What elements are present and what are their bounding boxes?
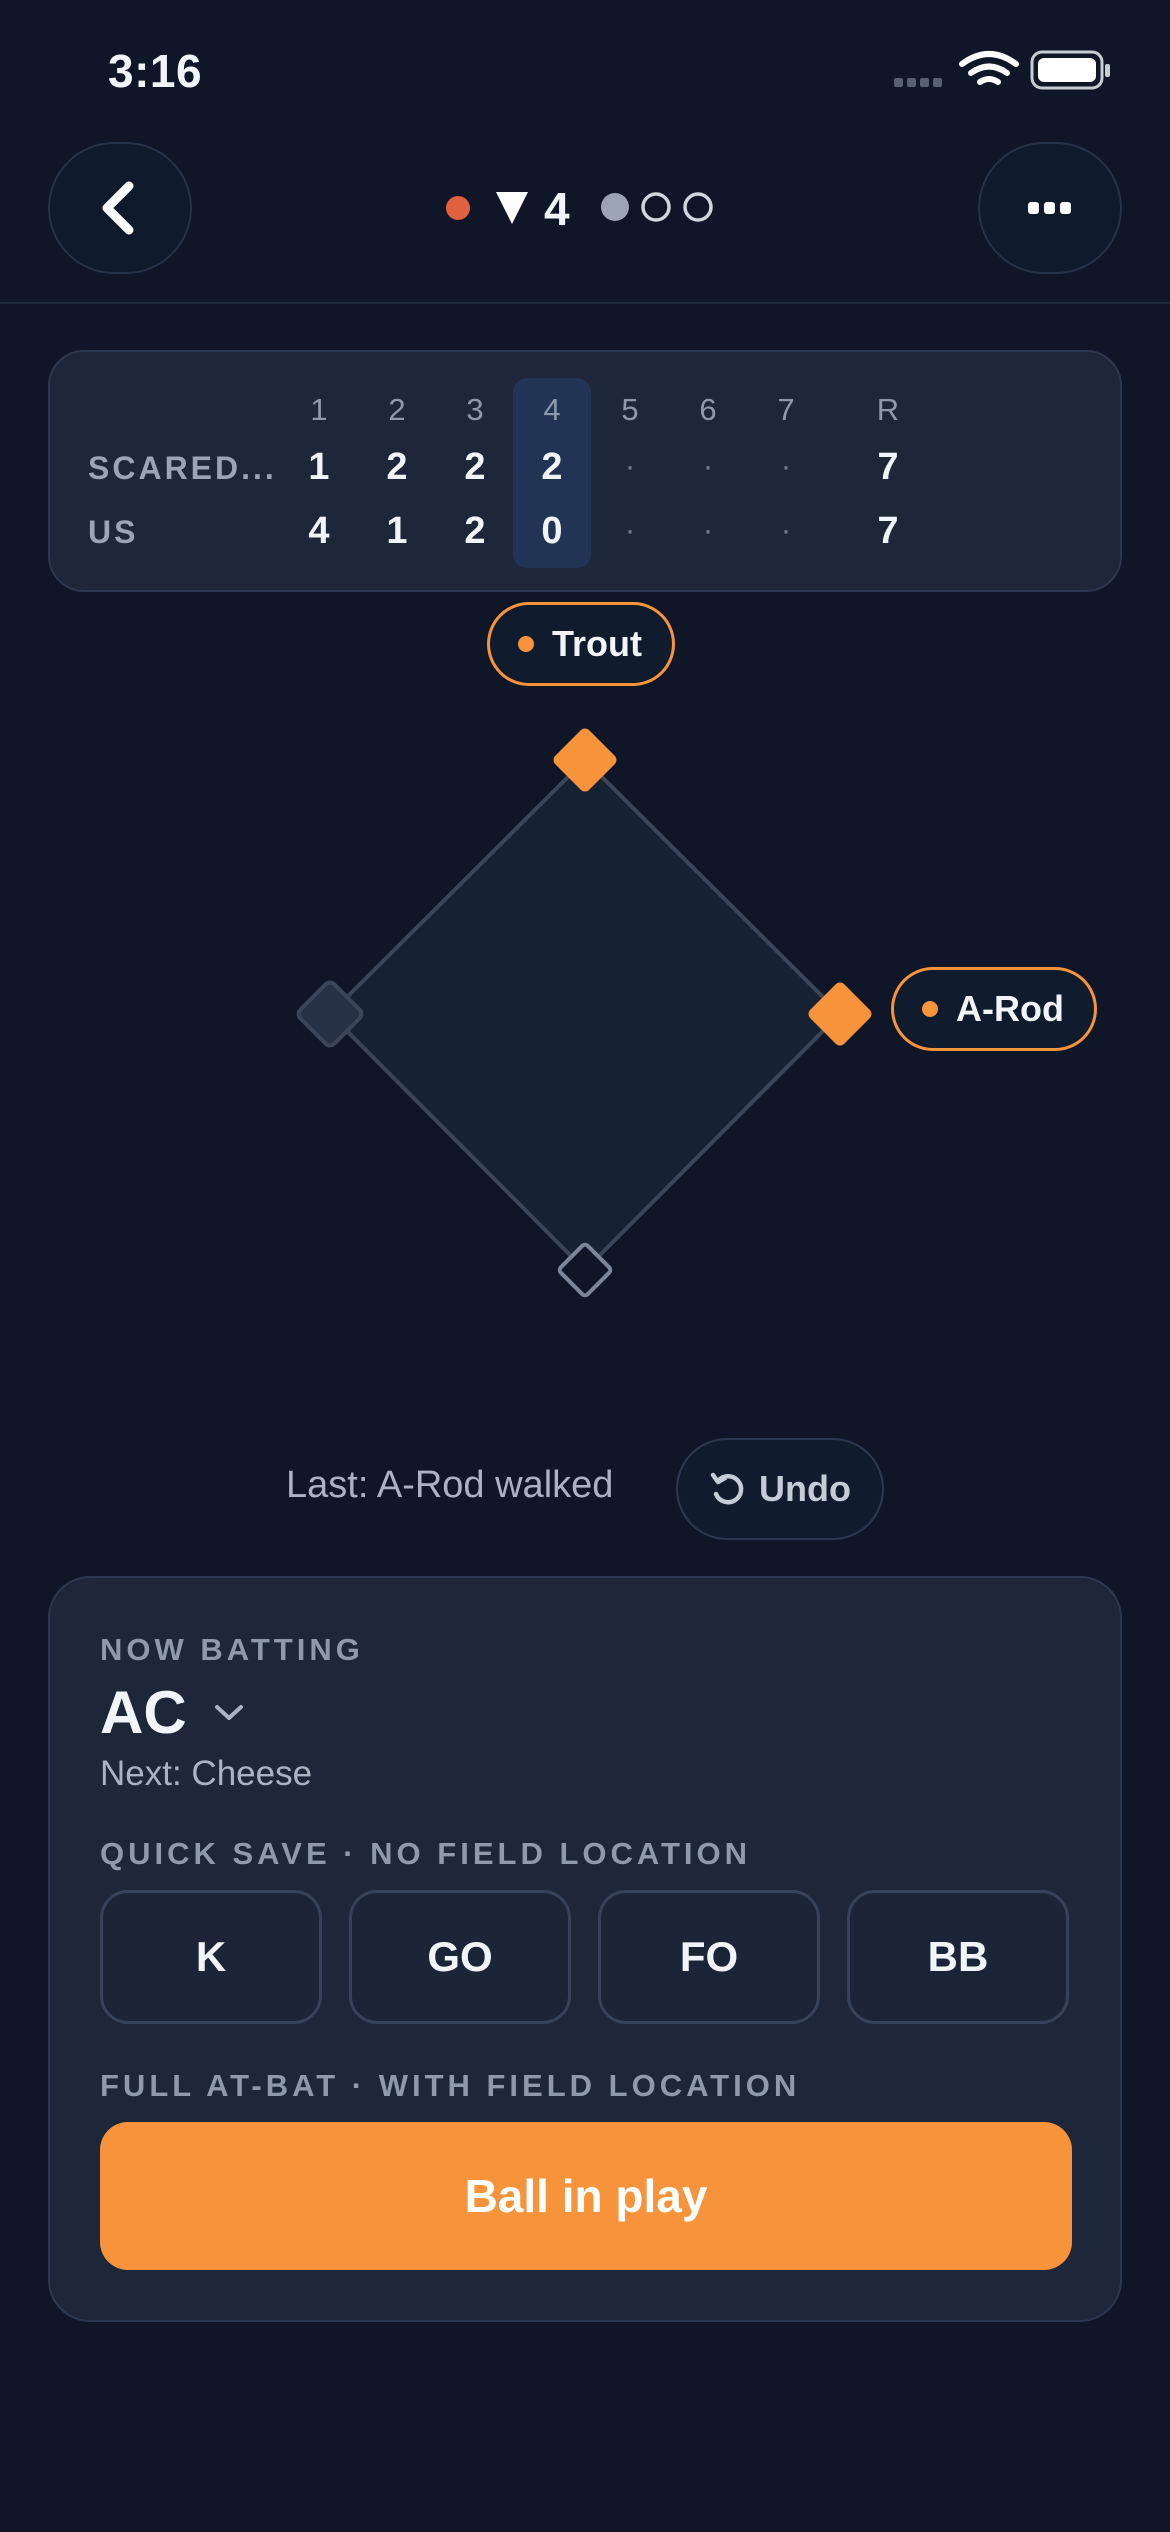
out-indicator-empty <box>683 192 713 222</box>
chevron-down-icon <box>214 1704 243 1720</box>
runner-tag-first[interactable]: A-Rod <box>891 967 1097 1051</box>
runs-total-home: 7 <box>877 510 899 552</box>
inning-header: 2 <box>388 392 406 427</box>
header-divider <box>0 302 1170 304</box>
cellular-signal-icon <box>894 78 942 87</box>
batter-selector[interactable]: AC <box>100 1678 245 1747</box>
undo-icon <box>710 1472 744 1505</box>
score-cell: 1 <box>386 510 408 552</box>
out-indicator-empty <box>641 192 671 222</box>
score-cell: 2 <box>386 446 408 488</box>
ball-in-play-button[interactable]: Ball in play <box>100 2122 1072 2270</box>
inning-header: 5 <box>621 392 639 427</box>
score-cell-current: 0 <box>541 510 563 552</box>
score-cell-empty: · <box>625 450 635 483</box>
batter-name: AC <box>100 1679 187 1746</box>
score-cell-current: 2 <box>541 446 563 488</box>
status-icons <box>894 50 1110 90</box>
last-play-text: Last: A-Rod walked <box>286 1464 614 1506</box>
wifi-icon <box>959 51 1019 85</box>
ellipsis-icon <box>1028 202 1071 214</box>
score-cell-empty: · <box>703 514 713 547</box>
runner-dot-icon <box>922 1001 938 1017</box>
infield <box>327 757 843 1273</box>
inning-header: 4 <box>543 392 561 427</box>
chevron-left-icon <box>102 181 134 235</box>
runner-dot-icon <box>518 636 534 652</box>
team-name-home: US <box>88 514 139 550</box>
runs-header: R <box>876 392 900 427</box>
score-cell-empty: · <box>781 450 791 483</box>
runner-tag-second[interactable]: Trout <box>487 602 675 686</box>
quick-save-bb-button[interactable]: BB <box>847 1890 1069 2024</box>
game-scoring-screen: 3:16 4 1 2 3 4 5 6 7 R SCARED... 1 2 2 2… <box>0 0 1170 2532</box>
inning-number: 4 <box>544 183 570 235</box>
at-bat-card: NOW BATTING AC Next: Cheese QUICK SAVE ·… <box>48 1576 1122 2322</box>
inning-status <box>446 192 713 224</box>
full-at-bat-label: FULL AT-BAT · WITH FIELD LOCATION <box>100 2068 801 2103</box>
inning-header: 1 <box>310 392 328 427</box>
inning-header: 3 <box>466 392 484 427</box>
score-cell: 1 <box>308 446 330 488</box>
runner-name: A-Rod <box>956 988 1064 1029</box>
live-dot-icon <box>446 196 470 220</box>
score-cell-empty: · <box>703 450 713 483</box>
next-batter: Next: Cheese <box>100 1754 313 1793</box>
inning-bottom-triangle-icon <box>496 192 528 224</box>
out-indicator-filled <box>601 193 629 221</box>
back-button[interactable] <box>48 142 192 274</box>
undo-label: Undo <box>759 1468 851 1509</box>
quick-save-label: QUICK SAVE · NO FIELD LOCATION <box>100 1836 752 1871</box>
quick-save-go-button[interactable]: GO <box>349 1890 571 2024</box>
team-name-away: SCARED... <box>88 450 277 486</box>
inning-header: 6 <box>699 392 717 427</box>
quick-save-k-button[interactable]: K <box>100 1890 322 2024</box>
score-cell-empty: · <box>625 514 635 547</box>
more-options-button[interactable] <box>978 142 1122 274</box>
quick-save-fo-button[interactable]: FO <box>598 1890 820 2024</box>
battery-icon <box>1030 50 1110 90</box>
scoreboard[interactable]: 1 2 3 4 5 6 7 R SCARED... 1 2 2 2 · · · … <box>48 350 1122 592</box>
status-time: 3:16 <box>108 45 203 97</box>
score-cell: 4 <box>308 510 330 552</box>
score-cell-empty: · <box>781 514 791 547</box>
score-cell: 2 <box>464 510 486 552</box>
undo-button[interactable]: Undo <box>676 1438 884 1540</box>
runner-name: Trout <box>552 623 642 664</box>
score-cell: 2 <box>464 446 486 488</box>
inning-header: 7 <box>777 392 795 427</box>
now-batting-label: NOW BATTING <box>100 1632 364 1667</box>
runs-total-away: 7 <box>877 446 899 488</box>
